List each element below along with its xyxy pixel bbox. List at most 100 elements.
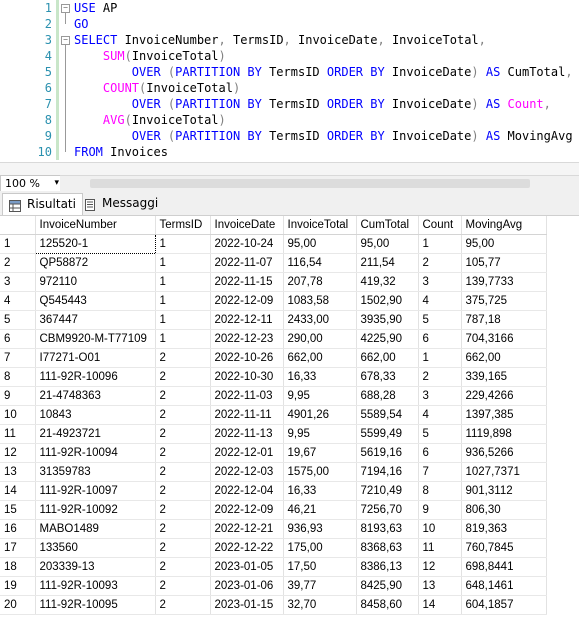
column-header-invoicenumber[interactable]: InvoiceNumber (35, 216, 156, 235)
cell-invoicenumber[interactable]: I77271-O01 (35, 348, 156, 368)
cell-invoicedate[interactable]: 2022-12-04 (210, 481, 284, 501)
cell-termsid[interactable]: 2 (155, 576, 211, 596)
cell-invoicenumber[interactable]: 111-92R-10092 (35, 500, 156, 520)
table-row[interactable]: 11 21-4923721 2 2022-11-13 9,95 5599,49 5 1119,… (0, 424, 547, 444)
code-line[interactable]: 4 SUM(InvoiceTotal) (0, 48, 579, 64)
code-line[interactable]: 1− USE AP (0, 0, 579, 16)
cell-movingavg[interactable]: 901,3112 (461, 481, 547, 501)
cell-row-number[interactable]: 19 (0, 576, 36, 596)
cell-termsid[interactable]: 2 (155, 386, 211, 406)
cell-invoicedate[interactable]: 2022-12-09 (210, 500, 284, 520)
table-row[interactable]: 15 111-92R-10092 2 2022-12-09 46,21 7256,70 9 8… (0, 500, 547, 520)
cell-count[interactable]: 1 (418, 348, 462, 368)
cell-invoicedate[interactable]: 2023-01-06 (210, 576, 284, 596)
cell-row-number[interactable]: 3 (0, 272, 36, 292)
cell-movingavg[interactable]: 95,00 (461, 234, 547, 254)
column-header-count[interactable]: Count (418, 216, 462, 235)
cell-invoicedate[interactable]: 2022-12-11 (210, 310, 284, 330)
code-line[interactable]: 2 GO (0, 16, 579, 32)
cell-invoicedate[interactable]: 2022-10-26 (210, 348, 284, 368)
horizontal-scrollbar[interactable] (60, 175, 579, 191)
cell-row-number[interactable]: 17 (0, 538, 36, 558)
cell-cumtotal[interactable]: 662,00 (356, 348, 419, 368)
cell-cumtotal[interactable]: 7194,16 (356, 462, 419, 482)
cell-count[interactable]: 2 (418, 253, 462, 273)
cell-count[interactable]: 4 (418, 405, 462, 425)
cell-cumtotal[interactable]: 678,33 (356, 367, 419, 387)
cell-row-number[interactable]: 16 (0, 519, 36, 539)
cell-count[interactable]: 5 (418, 424, 462, 444)
cell-row-number[interactable]: 18 (0, 557, 36, 577)
column-header-movingavg[interactable]: MovingAvg (461, 216, 547, 235)
code-line[interactable]: 8 AVG(InvoiceTotal) (0, 112, 579, 128)
cell-movingavg[interactable]: 105,77 (461, 253, 547, 273)
cell-movingavg[interactable]: 662,00 (461, 348, 547, 368)
row-number-header[interactable] (0, 216, 36, 235)
cell-count[interactable]: 1 (418, 234, 462, 254)
cell-termsid[interactable]: 1 (155, 272, 211, 292)
cell-invoicetotal[interactable]: 936,93 (283, 519, 357, 539)
cell-movingavg[interactable]: 819,363 (461, 519, 547, 539)
cell-cumtotal[interactable]: 4225,90 (356, 329, 419, 349)
cell-invoicenumber[interactable]: 111-92R-10094 (35, 443, 156, 463)
cell-row-number[interactable]: 4 (0, 291, 36, 311)
cell-movingavg[interactable]: 139,7733 (461, 272, 547, 292)
cell-invoicetotal[interactable]: 175,00 (283, 538, 357, 558)
cell-cumtotal[interactable]: 8425,90 (356, 576, 419, 596)
cell-cumtotal[interactable]: 419,32 (356, 272, 419, 292)
cell-invoicetotal[interactable]: 19,67 (283, 443, 357, 463)
cell-termsid[interactable]: 1 (155, 310, 211, 330)
cell-termsid[interactable]: 2 (155, 367, 211, 387)
code-line[interactable]: 9 OVER (PARTITION BY TermsID ORDER BY In… (0, 128, 579, 144)
cell-invoicedate[interactable]: 2022-10-30 (210, 367, 284, 387)
code-line[interactable]: 3− SELECT InvoiceNumber, TermsID, Invoice… (0, 32, 579, 48)
table-row[interactable]: 17 133560 2 2022-12-22 175,00 8368,63 11 760,78… (0, 538, 547, 558)
cell-cumtotal[interactable]: 8193,63 (356, 519, 419, 539)
cell-termsid[interactable]: 2 (155, 462, 211, 482)
cell-count[interactable]: 12 (418, 557, 462, 577)
cell-termsid[interactable]: 1 (155, 291, 211, 311)
cell-count[interactable]: 8 (418, 481, 462, 501)
cell-invoicetotal[interactable]: 39,77 (283, 576, 357, 596)
cell-termsid[interactable]: 1 (155, 329, 211, 349)
cell-row-number[interactable]: 14 (0, 481, 36, 501)
cell-invoicedate[interactable]: 2022-12-21 (210, 519, 284, 539)
cell-termsid[interactable]: 2 (155, 595, 211, 615)
cell-row-number[interactable]: 11 (0, 424, 36, 444)
cell-count[interactable]: 3 (418, 272, 462, 292)
cell-movingavg[interactable]: 704,3166 (461, 329, 547, 349)
cell-row-number[interactable]: 9 (0, 386, 36, 406)
tab-results[interactable]: Risultati (2, 193, 83, 215)
cell-termsid[interactable]: 2 (155, 348, 211, 368)
code-line[interactable]: 6 COUNT(InvoiceTotal) (0, 80, 579, 96)
cell-invoicenumber[interactable]: Q545443 (35, 291, 156, 311)
cell-cumtotal[interactable]: 95,00 (356, 234, 419, 254)
cell-invoicetotal[interactable]: 290,00 (283, 329, 357, 349)
table-row[interactable]: 8 111-92R-10096 2 2022-10-30 16,33 678,33 2 339… (0, 367, 547, 387)
cell-termsid[interactable]: 2 (155, 519, 211, 539)
table-row[interactable]: 12 111-92R-10094 2 2022-12-01 19,67 5619,16 6 9… (0, 443, 547, 463)
cell-count[interactable]: 11 (418, 538, 462, 558)
cell-count[interactable]: 13 (418, 576, 462, 596)
cell-row-number[interactable]: 10 (0, 405, 36, 425)
tab-messages[interactable]: Messaggi (78, 193, 164, 214)
cell-invoicetotal[interactable]: 662,00 (283, 348, 357, 368)
cell-movingavg[interactable]: 1027,7371 (461, 462, 547, 482)
collapse-icon[interactable]: − (61, 36, 70, 45)
zoom-select[interactable]: 100 % ▾ (0, 175, 62, 192)
cell-invoicenumber[interactable]: QP58872 (35, 253, 156, 273)
cell-count[interactable]: 14 (418, 595, 462, 615)
cell-cumtotal[interactable]: 7256,70 (356, 500, 419, 520)
cell-cumtotal[interactable]: 8368,63 (356, 538, 419, 558)
cell-invoicedate[interactable]: 2022-11-15 (210, 272, 284, 292)
cell-invoicetotal[interactable]: 95,00 (283, 234, 357, 254)
cell-invoicedate[interactable]: 2022-12-03 (210, 462, 284, 482)
cell-movingavg[interactable]: 1397,385 (461, 405, 547, 425)
cell-cumtotal[interactable]: 688,28 (356, 386, 419, 406)
table-row[interactable]: 20 111-92R-10095 2 2023-01-15 32,70 8458,60 14… (0, 595, 547, 615)
cell-invoicenumber[interactable]: 21-4748363 (35, 386, 156, 406)
cell-invoicetotal[interactable]: 1083,58 (283, 291, 357, 311)
cell-invoicenumber[interactable]: 133560 (35, 538, 156, 558)
cell-movingavg[interactable]: 604,1857 (461, 595, 547, 615)
cell-row-number[interactable]: 1 (0, 234, 36, 254)
